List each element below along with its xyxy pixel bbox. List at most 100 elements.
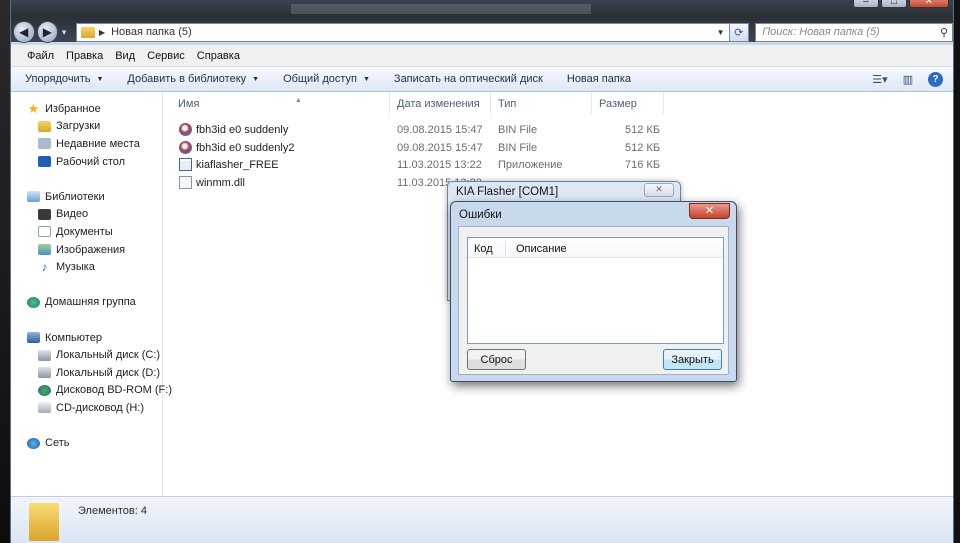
new-folder-label: Новая папка xyxy=(566,73,631,85)
file-row[interactable]: fbh3id e0 suddenly 09.08.2015 15:47 BIN … xyxy=(163,121,663,139)
refresh-button[interactable]: ⟳ xyxy=(729,22,750,42)
reset-button[interactable]: Сброс xyxy=(467,349,526,370)
history-dropdown[interactable]: ▼ xyxy=(60,28,70,37)
share-label: Общий доступ xyxy=(283,73,357,85)
chevron-down-icon: ▼ xyxy=(362,75,370,83)
column-divider[interactable] xyxy=(591,92,592,114)
file-row[interactable]: fbh3id e0 suddenly2 09.08.2015 15:47 BIN… xyxy=(163,139,663,157)
nav-favorites[interactable]: ★ Избранное xyxy=(11,100,162,118)
local-disk-icon xyxy=(38,367,51,379)
nav-recent[interactable]: Недавние места xyxy=(11,135,162,153)
nav-network[interactable]: Сеть xyxy=(11,434,162,452)
dialog-body: Код Описание Сброс Закрыть xyxy=(458,226,729,375)
search-placeholder: Поиск: Новая папка (5) xyxy=(762,26,880,38)
close-window-button[interactable]: ✕ xyxy=(909,0,949,8)
organize-button[interactable]: Упорядочить ▼ xyxy=(25,73,103,85)
nav-label: Библиотеки xyxy=(45,190,105,203)
close-button[interactable]: Закрыть xyxy=(663,349,722,370)
nav-downloads[interactable]: Загрузки xyxy=(11,118,162,136)
nav-homegroup[interactable]: Домашняя группа xyxy=(11,294,162,312)
breadcrumb-current[interactable]: Новая папка (5) xyxy=(111,26,192,38)
column-header-date[interactable]: Дата изменения xyxy=(397,98,480,110)
nav-label: Документы xyxy=(56,225,113,238)
menu-help[interactable]: Справка xyxy=(197,50,240,62)
column-label: Имя xyxy=(178,98,200,110)
file-type: BIN File xyxy=(498,124,538,136)
column-divider[interactable] xyxy=(490,92,491,114)
errors-dialog: Ошибки ✕ Код Описание Сброс Закрыть xyxy=(450,201,737,382)
column-header-name[interactable]: Имя ▲ xyxy=(178,97,302,110)
kia-close-button[interactable]: ✕ xyxy=(644,183,674,197)
nav-disk-f[interactable]: Дисковод BD-ROM (F:) xyxy=(11,382,172,400)
search-icon[interactable]: ⚲ xyxy=(940,26,948,39)
nav-disk-c[interactable]: Локальный диск (C:) xyxy=(11,346,162,364)
menu-bar: Файл Правка Вид Сервис Справка xyxy=(11,45,953,67)
nav-label: Загрузки xyxy=(56,120,101,133)
file-name: fbh3id e0 suddenly2 xyxy=(196,141,295,154)
column-header-description[interactable]: Описание xyxy=(516,243,567,255)
preview-pane-icon[interactable]: ▥ xyxy=(900,71,916,87)
burn-button[interactable]: Записать на оптический диск xyxy=(394,73,543,85)
nav-documents[interactable]: Документы xyxy=(11,223,162,241)
nav-desktop[interactable]: Рабочий стол xyxy=(11,153,162,171)
nav-label: Избранное xyxy=(45,102,101,115)
back-button[interactable]: ◀ xyxy=(13,21,35,43)
column-label: Размер xyxy=(599,98,637,110)
nav-label: Компьютер xyxy=(45,331,102,344)
file-date: 11.03.2015 13:22 xyxy=(397,159,482,172)
column-header-code[interactable]: Код xyxy=(474,243,493,255)
nav-label: Локальный диск (D:) xyxy=(56,366,161,379)
search-input[interactable]: Поиск: Новая папка (5) ⚲ xyxy=(755,22,953,42)
computer-icon xyxy=(27,332,40,344)
help-icon[interactable]: ? xyxy=(928,71,943,87)
column-label: Тип xyxy=(498,98,517,110)
errors-list[interactable]: Код Описание xyxy=(467,237,724,344)
new-folder-button[interactable]: Новая папка xyxy=(567,73,631,85)
nav-music[interactable]: ♪ Музыка xyxy=(11,258,162,276)
nav-disk-h[interactable]: CD-дисковод (H:) xyxy=(11,399,162,417)
menu-file[interactable]: Файл xyxy=(27,50,54,62)
forward-button[interactable]: ▶ xyxy=(36,21,59,43)
dialog-close-button[interactable]: ✕ xyxy=(689,203,730,219)
menu-edit[interactable]: Правка xyxy=(66,50,103,62)
column-header-type[interactable]: Тип xyxy=(498,98,516,110)
items-count: Элементов: 4 xyxy=(78,505,147,517)
share-button[interactable]: Общий доступ ▼ xyxy=(283,73,370,85)
column-divider[interactable] xyxy=(389,92,390,114)
file-date: 09.08.2015 15:47 xyxy=(397,141,483,154)
background-taskbar-ghost xyxy=(291,4,591,14)
column-divider[interactable] xyxy=(663,92,664,114)
menu-tools[interactable]: Сервис xyxy=(147,50,185,62)
nav-label: Локальный диск (C:) xyxy=(56,349,161,362)
maximize-button[interactable]: □ xyxy=(881,0,907,8)
homegroup-icon xyxy=(27,296,40,308)
address-dropdown-icon[interactable]: ▼ xyxy=(713,28,729,37)
breadcrumb-chevron-icon[interactable]: ▶ xyxy=(99,28,105,37)
nav-disk-d[interactable]: Локальный диск (D:) xyxy=(11,364,162,382)
file-row[interactable]: kiaflasher_FREE 11.03.2015 13:22 Приложе… xyxy=(163,156,663,174)
column-divider[interactable] xyxy=(505,240,506,256)
bin-file-icon xyxy=(179,123,192,136)
desktop-icon xyxy=(38,156,51,168)
minimize-button[interactable]: – xyxy=(853,0,879,8)
nav-label: Музыка xyxy=(56,261,95,274)
nav-video[interactable]: Видео xyxy=(11,206,162,224)
nav-computer[interactable]: Компьютер xyxy=(11,329,162,347)
navigation-pane: ★ Избранное Загрузки Недавние места Рабоч… xyxy=(11,92,172,496)
file-name: kiaflasher_FREE xyxy=(196,159,279,172)
view-options-icon[interactable]: ☰▾ xyxy=(872,71,888,87)
close-label: Закрыть xyxy=(671,353,714,366)
column-header-size[interactable]: Размер xyxy=(599,98,637,110)
address-bar[interactable]: ▶ Новая папка (5) ▼ xyxy=(75,22,730,42)
nav-images[interactable]: Изображения xyxy=(11,241,162,259)
add-to-library-button[interactable]: Добавить в библиотеку ▼ xyxy=(127,73,259,85)
cd-drive-icon xyxy=(38,402,51,414)
add-to-library-label: Добавить в библиотеку xyxy=(127,73,247,85)
dll-file-icon xyxy=(179,175,192,189)
video-icon xyxy=(38,208,51,220)
menu-view[interactable]: Вид xyxy=(115,50,135,62)
nav-libraries[interactable]: Библиотеки xyxy=(11,188,162,206)
burn-label: Записать на оптический диск xyxy=(393,73,543,85)
nav-label: Рабочий стол xyxy=(56,155,126,168)
file-type: BIN File xyxy=(498,141,538,154)
